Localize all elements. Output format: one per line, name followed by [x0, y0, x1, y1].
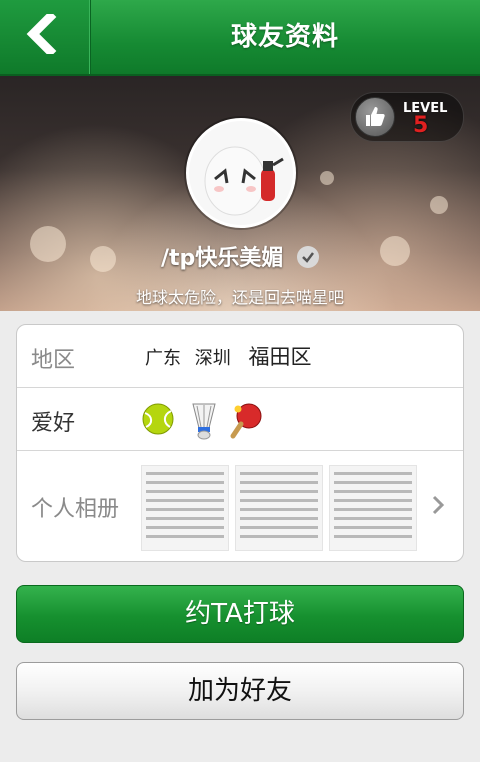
region-district: 福田区	[248, 345, 312, 369]
avatar[interactable]	[186, 118, 296, 228]
username: /tp快乐美媚	[161, 246, 284, 271]
album-row[interactable]: 个人相册	[17, 451, 463, 561]
verified-badge-icon	[296, 246, 319, 268]
invite-play-button[interactable]: 约TA打球	[16, 585, 464, 643]
tennis-ball-icon	[142, 403, 174, 435]
top-bar: 球友资料	[0, 0, 480, 76]
table-tennis-paddle-icon	[230, 403, 262, 439]
back-button[interactable]	[0, 0, 91, 74]
region-value: 广东 深圳 福田区	[145, 341, 311, 371]
page-title: 球友资料	[230, 22, 339, 52]
bokeh-light	[320, 171, 334, 185]
region-province: 广东	[145, 348, 181, 369]
album-photo[interactable]	[141, 465, 229, 551]
profile-banner: LEVEL 5 /tp快乐美媚 地球太危险，还是回去喵星吧	[0, 76, 480, 311]
chevron-left-icon	[26, 14, 57, 54]
add-friend-button[interactable]: 加为好友	[16, 662, 464, 720]
username-row: /tp快乐美媚	[0, 240, 480, 272]
region-city: 深圳	[194, 348, 231, 369]
signature-text: 地球太危险，还是回去喵星吧	[135, 288, 344, 307]
profile-info-card: 地区 广东 深圳 福田区 爱好 个人相册	[16, 324, 464, 562]
level-value: 5	[413, 113, 429, 138]
thumbs-up-icon	[355, 97, 395, 137]
bokeh-light	[430, 196, 448, 214]
cat-avatar-icon	[189, 121, 293, 225]
region-row: 地区 广东 深圳 福田区	[17, 325, 463, 388]
region-label: 地区	[31, 348, 76, 373]
chevron-right-icon[interactable]	[431, 495, 445, 515]
album-label: 个人相册	[31, 497, 120, 522]
hobby-row: 爱好	[17, 388, 463, 451]
album-photo[interactable]	[235, 465, 323, 551]
level-badge: LEVEL 5	[350, 92, 464, 142]
album-photo[interactable]	[329, 465, 417, 551]
hobby-label: 爱好	[31, 411, 76, 436]
badminton-shuttlecock-icon	[192, 403, 216, 440]
